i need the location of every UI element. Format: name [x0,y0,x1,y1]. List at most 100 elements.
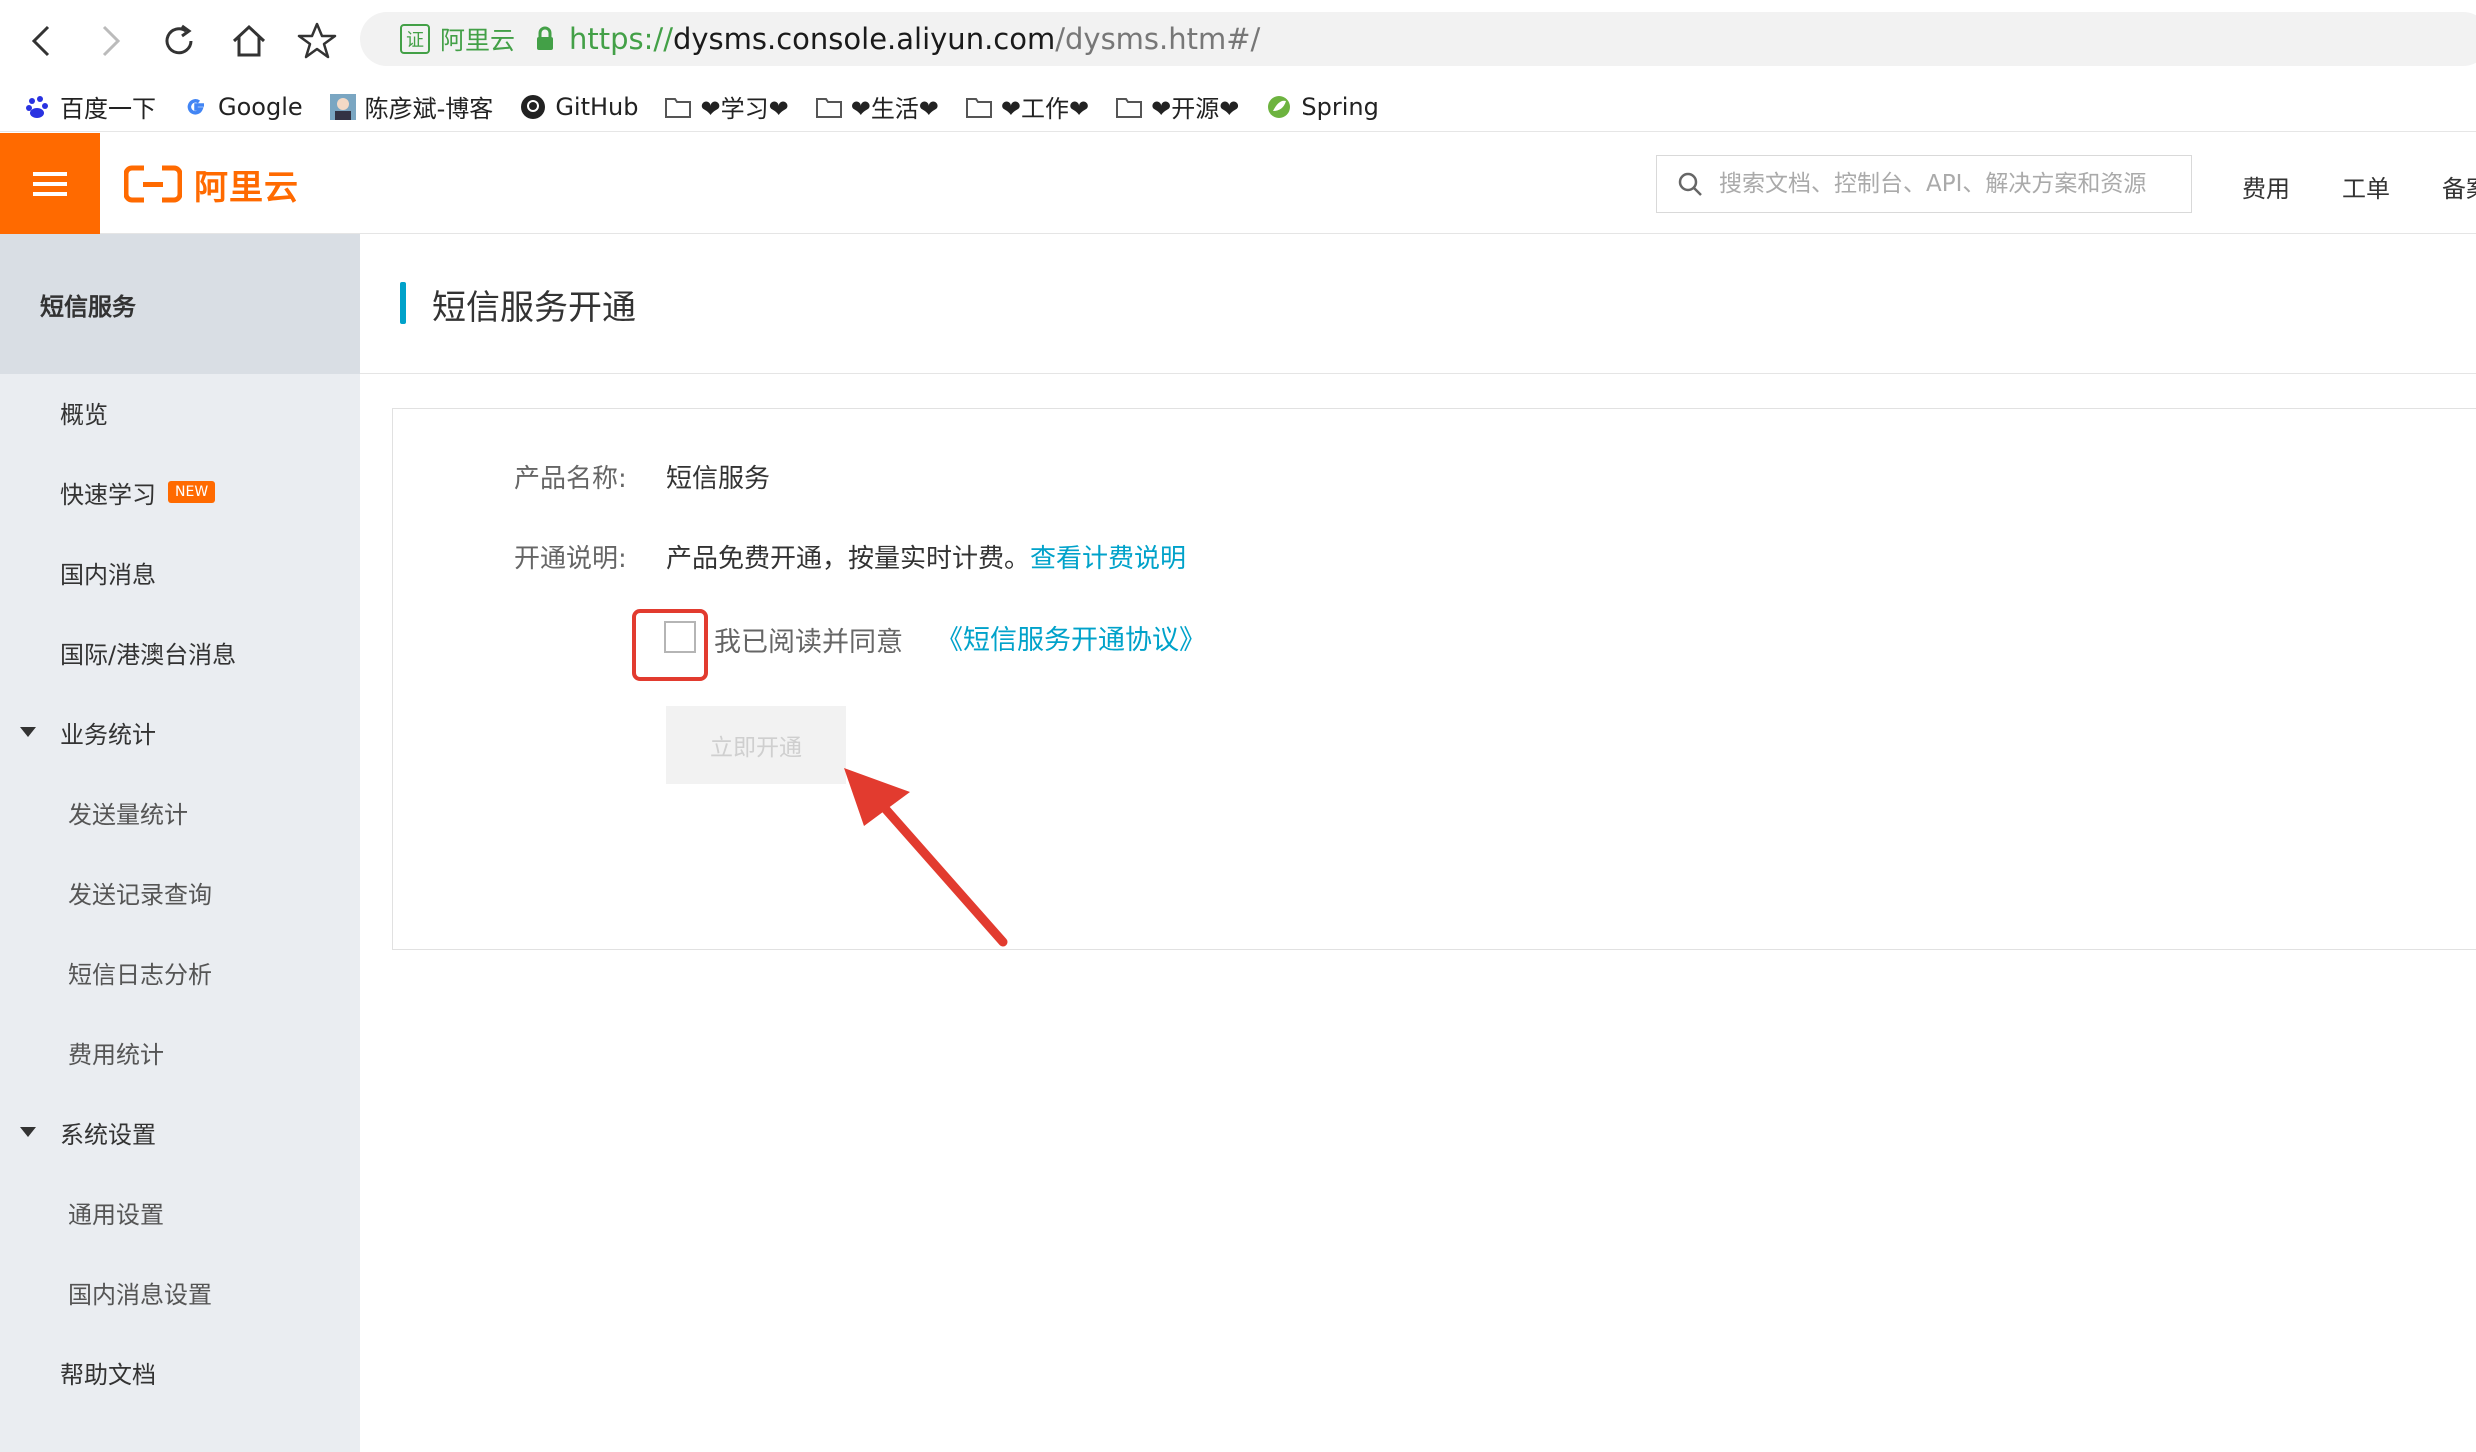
github-icon [519,93,547,121]
hamburger-icon [33,171,67,196]
lock-icon [535,26,555,52]
forward-arrow-icon [102,25,121,57]
sidebar-group-settings[interactable]: 系统设置 [0,1102,360,1162]
sidebar-item-label: 国内消息设置 [68,1280,212,1309]
home-icon [232,24,266,57]
bookmark-github[interactable]: GitHub [519,93,638,121]
sidebar-item-label: 系统设置 [60,1120,156,1149]
sidebar-item-send-records[interactable]: 发送记录查询 [0,862,360,922]
topbar-link-filing[interactable]: 备案 [2442,169,2476,204]
sidebar-item-log-analysis[interactable]: 短信日志分析 [0,942,360,1002]
sidebar-item-label: 业务统计 [60,720,156,749]
bookmark-blog[interactable]: 陈彦斌-博客 [329,89,494,124]
topbar-link-tickets[interactable]: 工单 [2342,169,2390,204]
folder-icon [1115,93,1143,121]
product-name-label: 产品名称: [514,464,627,494]
avatar-icon [329,93,357,121]
bookmark-folder-opensource[interactable]: ❤开源❤ [1115,89,1239,124]
folder-icon [815,93,843,121]
sidebar-item-overview[interactable]: 概览 [0,382,360,442]
sidebar-item-label: 短信日志分析 [68,960,212,989]
address-bar[interactable]: 证 阿里云 https://dysms.console.aliyun.com/d… [360,12,2476,66]
activation-desc-value: 产品免费开通，按量实时计费。 [666,544,1031,574]
browser-toolbar: 证 阿里云 https://dysms.console.aliyun.com/d… [0,0,2476,82]
url-scheme: https:// [569,22,673,56]
activate-now-button[interactable]: 立即开通 [666,706,846,784]
sidebar-item-international[interactable]: 国际/港澳台消息 [0,622,360,682]
sidebar-item-send-volume[interactable]: 发送量统计 [0,782,360,842]
sidebar-item-domestic[interactable]: 国内消息 [0,542,360,602]
bookmark-label: ❤开源❤ [1151,95,1240,123]
sidebar-item-help-docs[interactable]: 帮助文档 [0,1342,360,1402]
url-host: dysms.console.aliyun.com [672,22,1056,56]
page-header: 短信服务开通 [360,234,2476,374]
activation-desc-label: 开通说明: [514,544,627,574]
brand-name: 阿里云 [194,167,299,208]
bookmark-baidu[interactable]: 百度一下 [24,89,156,124]
back-arrow-icon [31,25,50,57]
bookmark-label: 陈彦斌-博客 [364,95,494,123]
folder-icon [664,93,692,121]
bookmark-label: ❤生活❤ [850,95,939,123]
sidebar-item-label: 费用统计 [68,1040,164,1069]
search-input[interactable] [1717,170,2167,198]
sidebar-item-quick-start[interactable]: 快速学习 NEW [0,462,360,522]
bookmark-folder-work[interactable]: ❤工作❤ [965,89,1089,124]
bookmark-label: GitHub [555,92,639,121]
annotation-arrow-icon [844,768,1008,947]
forward-button[interactable] [84,14,138,68]
baidu-icon [24,93,52,121]
bookmark-star-button[interactable] [290,14,344,68]
bookmark-label: Spring [1301,92,1379,121]
agreement-link[interactable]: 《短信服务开通协议》 [936,618,1206,657]
bookmark-label: 百度一下 [60,95,156,123]
bookmark-google[interactable]: Google [182,93,303,121]
bookmark-folder-study[interactable]: ❤学习❤ [664,89,789,124]
star-icon [297,22,337,59]
title-accent-bar [400,282,406,324]
bookmark-label: ❤工作❤ [1000,95,1090,123]
agreement-checkbox[interactable] [664,621,696,653]
agreement-text: 我已阅读并同意 [714,627,903,658]
sidebar-item-label: 通用设置 [68,1200,164,1229]
bookmark-folder-life[interactable]: ❤生活❤ [815,89,939,124]
certificate-icon: 证 [400,24,430,54]
bookmark-label: Google [218,92,303,121]
sidebar-item-label: 概览 [60,400,108,429]
topbar-link-fees[interactable]: 费用 [2242,169,2290,204]
url-path: /dysms.htm#/ [1055,22,1261,56]
caret-down-icon [20,1127,36,1137]
console-topbar: 阿里云 费用 工单 备案 [0,133,2476,234]
google-icon [182,93,210,121]
activation-desc-text: 产品免费开通，按量实时计费。查看计费说明 [666,538,1186,575]
sidebar-item-domestic-settings[interactable]: 国内消息设置 [0,1262,360,1322]
sidebar-item-general-settings[interactable]: 通用设置 [0,1182,360,1242]
sidebar: 短信服务 概览 快速学习 NEW 国内消息 国际/港澳台消息 业务统计 发送量统… [0,234,360,1452]
spring-icon [1265,93,1293,121]
product-name-value: 短信服务 [666,464,771,494]
billing-info-link[interactable]: 查看计费说明 [1030,544,1186,574]
global-search[interactable] [1656,155,2192,213]
reload-button[interactable] [152,14,206,68]
sidebar-item-label: 快速学习 [60,480,156,509]
aliyun-logo[interactable]: 阿里云 [124,163,299,208]
sidebar-group-statistics[interactable]: 业务统计 [0,702,360,762]
search-icon [1678,172,1702,196]
bookmark-label: ❤学习❤ [700,95,789,123]
aliyun-logo-icon [124,165,182,203]
sidebar-title: 短信服务 [0,234,360,374]
back-button[interactable] [14,14,68,68]
home-button[interactable] [222,14,276,68]
sidebar-item-label: 发送量统计 [68,800,188,829]
bookmark-spring[interactable]: Spring [1265,92,1379,121]
sidebar-item-fee-statistics[interactable]: 费用统计 [0,1022,360,1082]
caret-down-icon [20,727,36,737]
bookmarks-bar: 百度一下 Google 陈彦斌-博客 GitHub ❤学习❤ ❤生活❤ ❤工作❤… [0,82,2476,132]
sidebar-item-label: 发送记录查询 [68,880,212,909]
folder-icon [965,93,993,121]
menu-button[interactable] [0,133,100,234]
reload-icon [165,24,193,55]
sidebar-item-label: 国内消息 [60,560,156,589]
site-identity-label: 阿里云 [440,26,516,55]
page-title: 短信服务开通 [432,288,636,328]
